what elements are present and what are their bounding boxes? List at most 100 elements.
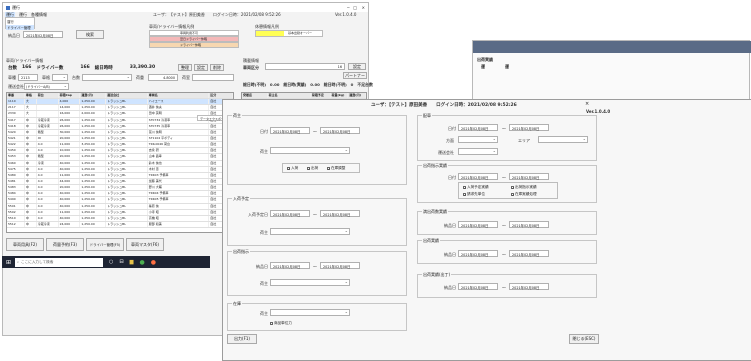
date-from-field[interactable]: 2021年02月08日 bbox=[270, 262, 310, 269]
arrange-button[interactable]: 整理 bbox=[178, 64, 192, 71]
date-to-field[interactable]: 2021年02月08日 bbox=[509, 250, 549, 257]
date-to-field[interactable]: 2021年02月08日 bbox=[509, 221, 549, 228]
column-header[interactable]: 荷積予定 bbox=[311, 93, 331, 99]
checkbox-checked-icon[interactable]: ✓ bbox=[463, 186, 467, 190]
checkbox-checked-icon[interactable]: ✓ bbox=[511, 186, 515, 190]
carrier-select[interactable] bbox=[458, 148, 498, 155]
column-header[interactable]: 区分 bbox=[209, 93, 233, 99]
shipper-select[interactable] bbox=[270, 309, 350, 316]
tab-driver-management[interactable]: ドライバー管理(F5) bbox=[86, 238, 124, 251]
date-to-field[interactable]: 2021年02月08日 bbox=[509, 124, 549, 131]
delete-button[interactable]: 削除 bbox=[210, 64, 224, 71]
date-from-field[interactable]: 2021年02月08日 bbox=[458, 250, 498, 257]
column-header[interactable]: 運賃(円) bbox=[348, 93, 366, 99]
table-row[interactable]: 5512 中冷蔵冷凍 24,000 1,250.00 トラッシュBL 服部 和美 自社 bbox=[7, 221, 233, 229]
delivery-date-field[interactable]: 2021年02月08日 bbox=[23, 31, 63, 38]
date-from-field[interactable]: 2021年02月08日 bbox=[270, 210, 310, 217]
check-billing-unit[interactable]: ✓ 請求先単位 bbox=[463, 192, 485, 197]
bg-menu-item[interactable]: 運 bbox=[505, 64, 509, 70]
tab-load-reservation[interactable]: 荷量予約(F3) bbox=[46, 238, 84, 251]
filter-weight[interactable]: 4.8000 bbox=[148, 74, 178, 81]
filter-vehicle-no[interactable]: 2113 bbox=[18, 74, 38, 81]
checkbox-checked-icon[interactable]: ✓ bbox=[327, 167, 331, 171]
checkbox-checked-icon[interactable]: ✓ bbox=[511, 193, 515, 197]
dialog-close-icon[interactable]: × bbox=[585, 101, 589, 107]
check-shipping-results[interactable]: ✓ 出荷指示実績 bbox=[511, 185, 537, 190]
date-from-field[interactable]: 2021年02月08日 bbox=[270, 127, 310, 134]
table-cell: トラッシュBL bbox=[106, 215, 148, 221]
search-button[interactable]: 検索 bbox=[76, 30, 104, 39]
shipper-select[interactable] bbox=[270, 279, 350, 286]
carrier-select[interactable]: (ドライバーA/B) bbox=[24, 83, 69, 90]
date-from-field[interactable]: 2021年02月08日 bbox=[458, 173, 498, 180]
date-from-field[interactable]: 2021年02月08日 bbox=[458, 221, 498, 228]
column-header[interactable]: 荷主名 bbox=[268, 93, 311, 99]
bg-menu-item[interactable]: 運 bbox=[481, 64, 485, 70]
group-shipping-actual: 出荷実績 納品日 2021年02月08日 〜 2021年02月08日 bbox=[417, 238, 597, 264]
column-header[interactable]: 車格 bbox=[25, 93, 37, 99]
vehicle-class-field[interactable]: 16 bbox=[265, 63, 345, 70]
shipper-select[interactable] bbox=[270, 228, 350, 235]
minimize-icon[interactable]: − bbox=[347, 5, 350, 10]
check-outbound[interactable]: ✓ 出荷 bbox=[307, 166, 318, 171]
checkbox-icon[interactable] bbox=[270, 322, 273, 325]
dropdown-item[interactable]: 運行 bbox=[6, 18, 34, 25]
table-cell: 中 bbox=[25, 215, 37, 221]
column-header[interactable]: 車番 bbox=[7, 93, 25, 99]
output-button[interactable]: 出力(F1) bbox=[227, 334, 257, 344]
column-header[interactable]: 荷量(kg) bbox=[331, 93, 349, 99]
column-header[interactable]: 車両名 bbox=[148, 93, 210, 99]
task-view-icon[interactable]: ○ bbox=[109, 259, 113, 265]
column-header[interactable]: 運賃(円) bbox=[80, 93, 107, 99]
close-button[interactable]: 閉じる(ESC) bbox=[569, 334, 599, 344]
date-from-field[interactable]: 2021年02月08日 bbox=[458, 124, 498, 131]
date-to-field[interactable]: 2021年02月08日 bbox=[320, 210, 360, 217]
type-check-panel: ✓ 入荷 ✓ 出荷 ✓ 在庫調整 bbox=[282, 163, 360, 173]
windows-start-icon[interactable]: ⊞ bbox=[6, 259, 11, 266]
check-stock-adjust[interactable]: ✓ 在庫調整 bbox=[327, 166, 345, 171]
table-cell bbox=[37, 99, 59, 105]
date-to-field[interactable]: 2021年02月08日 bbox=[509, 283, 549, 290]
app-icon-taskbar[interactable]: ● bbox=[151, 259, 156, 266]
explorer-icon[interactable]: ▆ bbox=[130, 259, 134, 265]
config-button[interactable]: 設定 bbox=[348, 63, 366, 70]
table-cell: 野川 大輔 bbox=[148, 185, 210, 191]
filter-class-select[interactable] bbox=[52, 74, 68, 81]
checkbox-checked-icon[interactable]: ✓ bbox=[287, 167, 291, 171]
table-cell: 1,250.00 bbox=[80, 105, 107, 111]
widgets-icon[interactable]: ⊟ bbox=[119, 259, 123, 265]
table-cell: 木村 恵 bbox=[148, 166, 210, 172]
taskbar-search[interactable]: ⌕ ここに入力して検索 bbox=[15, 257, 104, 267]
dropdown-item[interactable]: ドライバー管理 bbox=[6, 25, 34, 30]
column-header[interactable]: 発着店 bbox=[242, 93, 268, 99]
close-icon[interactable]: × bbox=[362, 5, 365, 10]
column-header[interactable]: 荷積Cap bbox=[59, 93, 81, 99]
date-from-field[interactable]: 2021年02月08日 bbox=[458, 283, 498, 290]
tab-vehicle-tools[interactable]: 車両用具(F2) bbox=[6, 238, 44, 251]
browser-icon[interactable]: ● bbox=[139, 259, 144, 266]
column-header[interactable]: 運送会社 bbox=[106, 93, 148, 99]
check-stock-results[interactable]: ✓ 在庫実績処理 bbox=[511, 192, 537, 197]
filter-cargo[interactable] bbox=[192, 74, 234, 81]
check-product-unit[interactable]: 商品単位力 bbox=[270, 321, 292, 326]
table-cell: ハイエース bbox=[148, 99, 210, 105]
tab-vehicle-master[interactable]: 車両マスタ(F6) bbox=[126, 238, 164, 251]
check-inbound-results[interactable]: ✓ 入荷予定実績 bbox=[463, 185, 489, 190]
date-to-field[interactable]: 2021年02月08日 bbox=[509, 173, 549, 180]
area-select[interactable] bbox=[538, 136, 588, 143]
checkbox-checked-icon[interactable]: ✓ bbox=[463, 193, 467, 197]
vehicle-class-label: 車両区分 bbox=[243, 65, 259, 70]
direction-select[interactable] bbox=[458, 136, 498, 143]
checkbox-checked-icon[interactable]: ✓ bbox=[307, 167, 311, 171]
shipper-select[interactable] bbox=[270, 147, 350, 154]
maximize-icon[interactable]: □ bbox=[353, 5, 357, 10]
settings-button[interactable]: 設定 bbox=[194, 64, 208, 71]
partner-button[interactable]: パートナー bbox=[343, 72, 367, 79]
check-inbound[interactable]: ✓ 入荷 bbox=[287, 166, 298, 171]
date-to-field[interactable]: 2021年02月08日 bbox=[320, 262, 360, 269]
filter-count-select[interactable] bbox=[82, 74, 132, 81]
table-cell: TRK05 予備車 bbox=[148, 197, 210, 203]
date-to-field[interactable]: 2021年02月08日 bbox=[320, 127, 360, 134]
column-header[interactable]: 荷台 bbox=[37, 93, 59, 99]
group-full-shipping: 満出荷数実績 納品日 2021年02月08日 〜 2021年02月08日 bbox=[417, 209, 597, 235]
